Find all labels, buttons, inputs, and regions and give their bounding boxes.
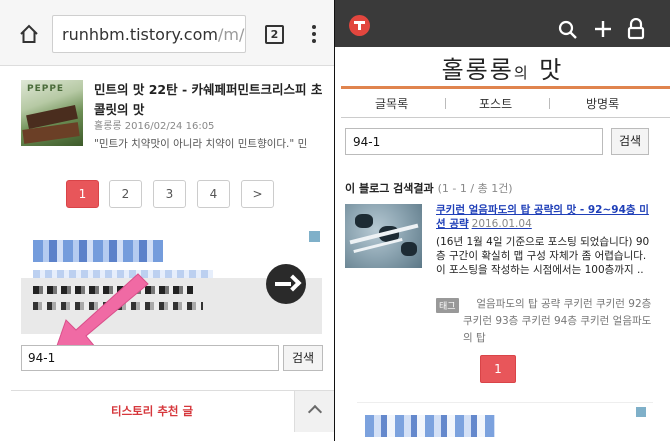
result-tags[interactable]: 얼음파도의 탑 공략 쿠키런 쿠키런 92층 쿠키런 93층 쿠키런 94층 쿠… xyxy=(463,296,653,347)
blog-title[interactable]: 홀롱롱의 맛 xyxy=(335,50,670,85)
recommend-link[interactable]: 티스토리 추천 글 xyxy=(111,403,193,419)
post-meta: 홀롱롱 2016/02/24 16:05 xyxy=(94,121,215,132)
page-button-3[interactable]: 3 xyxy=(153,180,186,208)
scroll-top-button[interactable] xyxy=(294,391,335,432)
tistory-logo-icon[interactable] xyxy=(349,15,370,36)
search-button[interactable]: 검색 xyxy=(283,345,323,371)
blog-nav: 글목록 포스트 방명록 xyxy=(341,86,670,118)
search-input[interactable]: 94-1 xyxy=(21,345,279,371)
recommend-bar: 티스토리 추천 글 xyxy=(11,390,335,432)
search-icon[interactable] xyxy=(558,20,578,40)
ad-arrow-icon[interactable] xyxy=(266,264,306,304)
blog-search-input[interactable]: 94-1 xyxy=(345,128,603,155)
right-phone-screen: 홀롱롱의 맛 글목록 포스트 방명록 94-1 검색 이 블로그 검색결과 (1 … xyxy=(335,0,670,441)
tabs-icon[interactable]: 2 xyxy=(265,25,284,44)
result-page-button-1[interactable]: 1 xyxy=(480,355,516,383)
more-icon[interactable] xyxy=(306,23,322,47)
url-text: runhbm.tistory.com/m/pos xyxy=(62,25,245,44)
search-result-heading: 이 블로그 검색결과 (1 - 1 / 총 1건) xyxy=(345,182,513,195)
post-excerpt: "민트가 치약맛이 아니라 치약이 민트향이다." 민 xyxy=(94,138,308,150)
result-title-link[interactable]: 쿠키런 얼음파도의 탑 공략의 맛 - 92~94층 미션 공략 2016.01.… xyxy=(436,203,651,231)
page-button-2[interactable]: 2 xyxy=(109,180,142,208)
blog-search-button[interactable]: 검색 xyxy=(611,128,649,155)
post-title-link[interactable]: 민트의 맛 22탄 - 카쉐페퍼민트크리스피 초콜릿의 맛 xyxy=(94,80,326,120)
adchoices-icon[interactable] xyxy=(309,231,320,242)
chevron-up-icon xyxy=(307,404,323,420)
tistory-top-bar xyxy=(335,0,670,47)
blurred-ad-banner-right[interactable] xyxy=(357,402,653,441)
page-button-1[interactable]: 1 xyxy=(66,180,99,208)
plus-icon[interactable] xyxy=(594,20,612,38)
page-button-4[interactable]: 4 xyxy=(197,180,230,208)
nav-posts-list[interactable]: 글목록 xyxy=(375,95,408,112)
left-phone-screen: runhbm.tistory.com/m/pos 2 PEPPE 민트의 맛 2… xyxy=(0,0,335,441)
result-thumbnail[interactable] xyxy=(345,204,422,268)
adchoices-icon[interactable] xyxy=(636,407,646,417)
home-icon[interactable] xyxy=(19,24,39,44)
next-page-button[interactable]: > xyxy=(241,180,274,208)
url-field[interactable]: runhbm.tistory.com/m/pos xyxy=(52,15,246,53)
post-thumbnail[interactable]: PEPPE xyxy=(21,80,83,146)
lock-icon[interactable] xyxy=(627,18,645,40)
nav-post[interactable]: 포스트 xyxy=(479,95,512,112)
browser-address-bar: runhbm.tistory.com/m/pos 2 xyxy=(0,0,335,66)
tag-badge: 태그 xyxy=(436,298,459,313)
result-excerpt: (16년 1월 4일 기준으로 포스팅 되었습니다) 90층 구간이 확실히 맵… xyxy=(436,236,650,276)
nav-guestbook[interactable]: 방명록 xyxy=(586,95,619,112)
